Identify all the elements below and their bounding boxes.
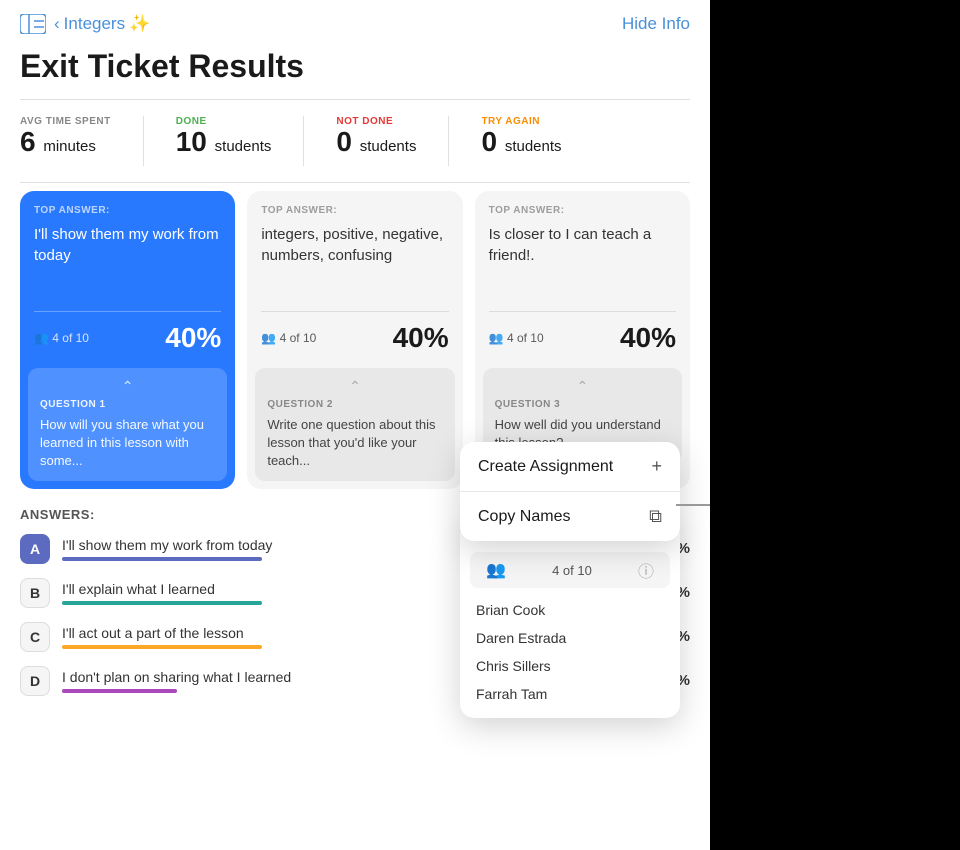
card-3-pct: 40% bbox=[620, 322, 676, 354]
card-2-pct: 40% bbox=[393, 322, 449, 354]
answer-bar-d bbox=[62, 689, 177, 693]
card-1[interactable]: TOP ANSWER: I'll show them my work from … bbox=[20, 191, 235, 489]
card-2[interactable]: TOP ANSWER: integers, positive, negative… bbox=[247, 191, 462, 489]
copy-icon: ⧉ bbox=[649, 506, 662, 527]
card-3-q-label: QUESTION 3 bbox=[495, 399, 670, 410]
card-2-q-label: QUESTION 2 bbox=[267, 399, 442, 410]
top-nav: ‹ Integers ✨ Hide Info bbox=[0, 0, 710, 44]
nav-left: ‹ Integers ✨ bbox=[20, 14, 150, 34]
card-3-students: 👥 4 of 10 bbox=[489, 331, 544, 345]
main-panel: ‹ Integers ✨ Hide Info Exit Ticket Resul… bbox=[0, 0, 710, 850]
create-assignment-item[interactable]: Create Assignment + bbox=[460, 442, 680, 491]
card-2-top: TOP ANSWER: integers, positive, negative… bbox=[247, 191, 462, 311]
students-count-row: 👥 4 of 10 ⓘ bbox=[470, 552, 670, 588]
answer-bar-c bbox=[62, 645, 262, 649]
stat-notdone: NOT DONE 0 students bbox=[336, 116, 416, 158]
card-3-answer-text: Is closer to I can teach a friend!. bbox=[489, 224, 676, 266]
card-1-students: 👥 4 of 10 bbox=[34, 331, 89, 345]
chevron-left-icon: ‹ bbox=[54, 14, 60, 34]
student-name-3: Chris Sillers bbox=[460, 652, 680, 680]
card-2-answer-text: integers, positive, negative, numbers, c… bbox=[261, 224, 448, 266]
avg-time-value: 6 minutes bbox=[20, 127, 111, 158]
card-2-q-text: Write one question about this lesson tha… bbox=[267, 416, 442, 471]
stat-separator-2 bbox=[303, 116, 304, 166]
dropdown-menu: Create Assignment + Copy Names ⧉ bbox=[460, 442, 680, 541]
card-1-answer-text: I'll show them my work from today bbox=[34, 224, 221, 266]
card-1-q-label: QUESTION 1 bbox=[40, 399, 215, 410]
stat-separator-1 bbox=[143, 116, 144, 166]
students-panel: STUDENTS: 👥 4 of 10 ⓘ Brian Cook Daren E… bbox=[460, 520, 680, 718]
card-2-students: 👥 4 of 10 bbox=[261, 331, 316, 345]
stats-row: AVG TIME SPENT 6 minutes DONE 10 student… bbox=[0, 100, 710, 182]
chevron-up-icon-1: ⌃ bbox=[40, 378, 215, 399]
answer-letter-d: D bbox=[20, 666, 50, 696]
hide-info-button[interactable]: Hide Info bbox=[622, 14, 690, 34]
card-3-top: TOP ANSWER: Is closer to I can teach a f… bbox=[475, 191, 690, 311]
card-3-stats: 👥 4 of 10 40% bbox=[475, 312, 690, 364]
sidebar-toggle[interactable] bbox=[20, 14, 46, 34]
card-1-bottom: ⌃ QUESTION 1 How will you share what you… bbox=[28, 368, 227, 481]
stat-done: DONE 10 students bbox=[176, 116, 272, 158]
card-1-stats: 👥 4 of 10 40% bbox=[20, 312, 235, 364]
card-1-pct: 40% bbox=[165, 322, 221, 354]
answer-bar-a bbox=[62, 557, 262, 561]
card-2-bottom: ⌃ QUESTION 2 Write one question about th… bbox=[255, 368, 454, 481]
info-icon: ⓘ bbox=[638, 558, 654, 582]
copy-names-item[interactable]: Copy Names ⧉ bbox=[460, 492, 680, 541]
page-title: Exit Ticket Results bbox=[0, 44, 710, 99]
stat-tryagain: TRY AGAIN 0 students bbox=[481, 116, 561, 158]
card-3-top-label: TOP ANSWER: bbox=[489, 205, 676, 216]
card-1-q-text: How will you share what you learned in t… bbox=[40, 416, 215, 471]
card-1-top: TOP ANSWER: I'll show them my work from … bbox=[20, 191, 235, 311]
chevron-up-icon-3: ⌃ bbox=[495, 378, 670, 399]
plus-icon: + bbox=[651, 456, 662, 477]
student-name-1: Brian Cook bbox=[460, 596, 680, 624]
create-assignment-label: Create Assignment bbox=[478, 458, 613, 476]
card-1-top-label: TOP ANSWER: bbox=[34, 205, 221, 216]
answer-letter-a: A bbox=[20, 534, 50, 564]
back-button[interactable]: ‹ Integers ✨ bbox=[54, 14, 150, 34]
tryagain-value: 0 students bbox=[481, 127, 561, 158]
done-value: 10 students bbox=[176, 127, 272, 158]
connector-line bbox=[676, 504, 710, 506]
students-count-text: 4 of 10 bbox=[552, 563, 592, 578]
divider-stats bbox=[20, 182, 690, 183]
back-label: Integers bbox=[64, 14, 125, 34]
answer-letter-b: B bbox=[20, 578, 50, 608]
sparkle-icon: ✨ bbox=[129, 14, 150, 34]
notdone-value: 0 students bbox=[336, 127, 416, 158]
stat-avg-time: AVG TIME SPENT 6 minutes bbox=[20, 116, 111, 158]
answer-letter-c: C bbox=[20, 622, 50, 652]
copy-names-label: Copy Names bbox=[478, 508, 570, 526]
students-group-icon: 👥 bbox=[486, 560, 506, 580]
student-name-2: Daren Estrada bbox=[460, 624, 680, 652]
answer-bar-b bbox=[62, 601, 262, 605]
student-name-4: Farrah Tam bbox=[460, 680, 680, 708]
stat-separator-3 bbox=[448, 116, 449, 166]
chevron-up-icon-2: ⌃ bbox=[267, 378, 442, 399]
card-2-top-label: TOP ANSWER: bbox=[261, 205, 448, 216]
card-2-stats: 👥 4 of 10 40% bbox=[247, 312, 462, 364]
